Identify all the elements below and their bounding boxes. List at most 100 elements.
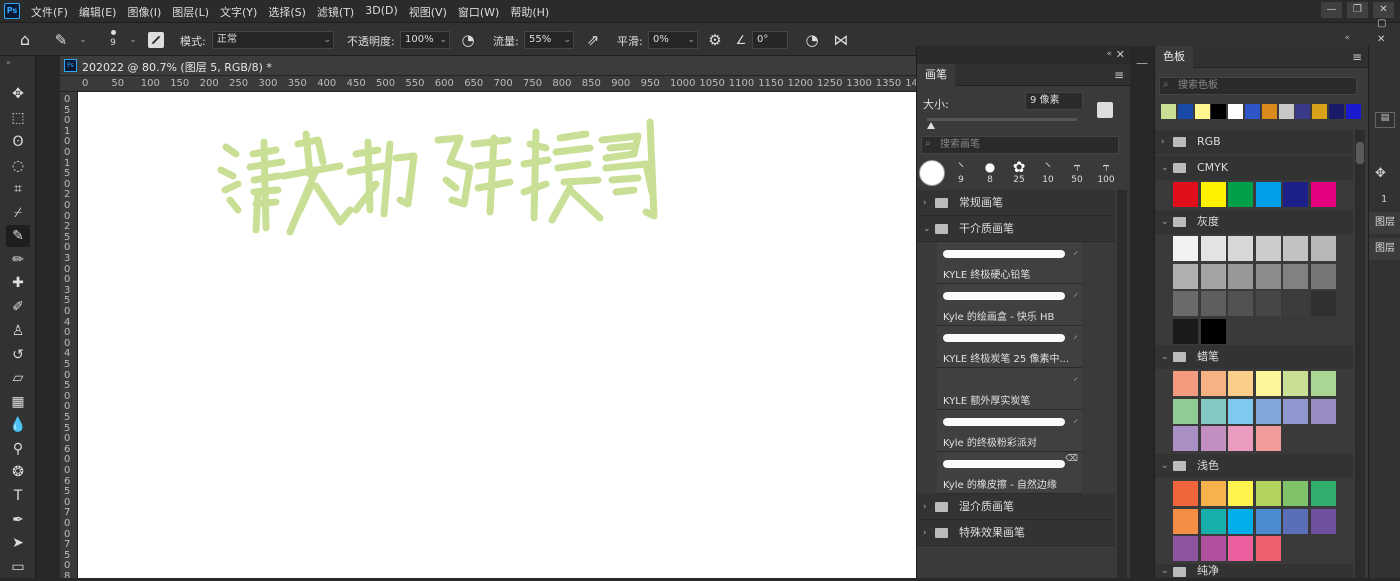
menu-help[interactable]: 帮助(H) [510, 4, 549, 20]
recent-brush-10[interactable]: ⸌ 10 [1034, 160, 1062, 188]
brush-tool-icon[interactable]: ✎ [6, 225, 30, 247]
recent-color-swatch[interactable] [1329, 104, 1344, 119]
folder-special-effects-brushes[interactable]: › 特殊效果画笔 [917, 520, 1115, 546]
menu-filter[interactable]: 滤镜(T) [317, 4, 354, 20]
recent-color-swatch[interactable] [1177, 104, 1193, 119]
color-swatch[interactable] [1255, 371, 1281, 396]
new-brush-icon[interactable] [1097, 102, 1113, 118]
recent-brush-9[interactable]: ⸌ 9 [947, 160, 975, 188]
color-swatch[interactable] [1255, 481, 1281, 506]
opacity-field[interactable]: 100% ⌄ [400, 31, 450, 49]
color-swatch[interactable] [1283, 291, 1308, 316]
color-swatch[interactable] [1173, 182, 1198, 207]
menu-type[interactable]: 文字(Y) [220, 4, 257, 20]
recent-brush-25[interactable]: ✿ 25 [1005, 160, 1033, 188]
panel-menu-icon[interactable]: ≡ [1352, 50, 1362, 64]
minimize-panel-icon[interactable]: — [1136, 56, 1148, 70]
pencil-tool-icon[interactable]: ✏ [6, 249, 30, 271]
color-swatch[interactable] [1173, 508, 1198, 534]
color-swatch[interactable] [1173, 371, 1198, 396]
pressure-opacity-icon[interactable]: ◔ [459, 31, 477, 49]
color-swatch[interactable] [1255, 182, 1281, 207]
expand-toolbar-icon[interactable]: » [6, 58, 11, 67]
size-slider-track[interactable] [927, 118, 1077, 121]
flow-field[interactable]: 55% ⌄ [524, 31, 574, 49]
menu-file[interactable]: 文件(F) [31, 4, 68, 20]
blur-tool-icon[interactable]: 💧 [6, 414, 30, 436]
swatch-scrollbar[interactable] [1355, 130, 1365, 578]
clone-stamp-tool-icon[interactable]: ♙ [6, 320, 30, 342]
color-swatch[interactable] [1173, 426, 1198, 451]
menu-layer[interactable]: 图层(L) [172, 4, 209, 20]
recent-color-swatch[interactable] [1312, 104, 1328, 119]
color-swatch[interactable] [1200, 263, 1226, 289]
brush-item[interactable]: ⸝ KYLE 终极炭笔 25 像素中... [937, 326, 1082, 368]
airbrush-icon[interactable]: ⇗ [584, 31, 602, 49]
transform-icon[interactable]: ✥ [1375, 166, 1386, 181]
color-swatch[interactable] [1200, 426, 1226, 451]
angle-field[interactable]: 0° [752, 31, 788, 49]
recent-color-swatch[interactable] [1194, 104, 1210, 119]
menu-view[interactable]: 视图(V) [409, 4, 447, 20]
color-swatch[interactable] [1310, 291, 1336, 316]
brush-item[interactable]: ⸝ KYLE 终极硬心铅笔 [937, 242, 1082, 284]
horizontal-ruler[interactable]: 0 50 100 150 200 250 300 350 400 450 500 550 600 650 7… [60, 76, 916, 92]
color-swatch[interactable] [1228, 291, 1253, 316]
menu-image[interactable]: 图像(I) [127, 4, 161, 20]
gradient-tool-icon[interactable]: ▦ [6, 391, 30, 413]
recent-brush-round[interactable] [919, 160, 945, 186]
smoothing-field[interactable]: 0% ⌄ [648, 31, 698, 49]
color-swatch[interactable] [1173, 481, 1198, 506]
color-swatch[interactable] [1200, 291, 1226, 316]
color-swatch[interactable] [1200, 398, 1226, 424]
color-swatch[interactable] [1228, 536, 1253, 561]
mixer-brush-tool-icon[interactable]: ✐ [6, 296, 30, 318]
swatch-search-input[interactable]: 搜索色板 [1159, 77, 1357, 95]
close-window-button[interactable]: ✕ [1373, 2, 1394, 18]
recent-color-swatch[interactable] [1245, 104, 1260, 119]
brush-settings-toggle[interactable] [148, 32, 164, 48]
color-swatch[interactable] [1255, 426, 1281, 451]
swatch-group-gray[interactable]: ⌄ 灰度 [1155, 210, 1353, 234]
size-slider-handle[interactable] [927, 122, 935, 129]
color-swatch[interactable] [1228, 182, 1253, 207]
chevron-down-icon[interactable]: ⌄ [124, 31, 142, 49]
color-swatch[interactable] [1228, 426, 1253, 451]
maximize-icon[interactable]: ▢ [1377, 18, 1386, 29]
color-swatch[interactable] [1200, 371, 1226, 396]
color-swatch[interactable] [1228, 481, 1253, 506]
color-swatch[interactable] [1200, 481, 1226, 506]
color-swatch[interactable] [1255, 263, 1281, 289]
color-swatch[interactable] [1283, 371, 1308, 396]
color-swatch[interactable] [1228, 263, 1253, 289]
swatch-group-crayon[interactable]: ⌄ 蜡笔 [1155, 345, 1353, 369]
collapse-icon[interactable]: « [1344, 33, 1350, 43]
color-swatch[interactable] [1173, 318, 1198, 344]
collapse-icon[interactable]: « [1106, 49, 1112, 59]
color-swatch[interactable] [1200, 536, 1226, 561]
brush-preset-picker[interactable]: 9 [104, 27, 122, 53]
color-swatch[interactable] [1255, 398, 1281, 424]
home-icon[interactable]: ⌂ [16, 31, 34, 49]
document-tab[interactable]: 202022 @ 80.7% (图层 5, RGB/8) * [82, 59, 272, 75]
menu-window[interactable]: 窗口(W) [458, 4, 499, 20]
restore-button[interactable]: ❐ [1347, 2, 1368, 18]
color-swatch[interactable] [1310, 263, 1336, 289]
pen-tool-icon[interactable]: ✒ [6, 509, 30, 531]
color-swatch[interactable] [1173, 398, 1198, 424]
panel-icon[interactable]: ▤ [1375, 112, 1395, 128]
recent-brush-50[interactable]: ⥾ 50 [1063, 160, 1091, 188]
color-swatch[interactable] [1255, 236, 1281, 261]
color-swatch[interactable] [1228, 371, 1253, 396]
vertical-ruler[interactable]: 0501001502002503003504004505005506006507… [60, 92, 78, 578]
brush-search-input[interactable]: 搜索画笔 [921, 136, 1119, 154]
tab-swatches[interactable]: 色板 [1155, 46, 1193, 68]
recent-color-swatch[interactable] [1295, 104, 1311, 119]
menu-select[interactable]: 选择(S) [268, 4, 306, 20]
quick-select-tool-icon[interactable]: ◌ [6, 155, 30, 177]
color-swatch[interactable] [1310, 371, 1336, 396]
recent-color-swatch[interactable] [1228, 104, 1244, 119]
color-swatch[interactable] [1310, 236, 1336, 261]
color-swatch[interactable] [1283, 263, 1308, 289]
color-swatch[interactable] [1200, 508, 1226, 534]
